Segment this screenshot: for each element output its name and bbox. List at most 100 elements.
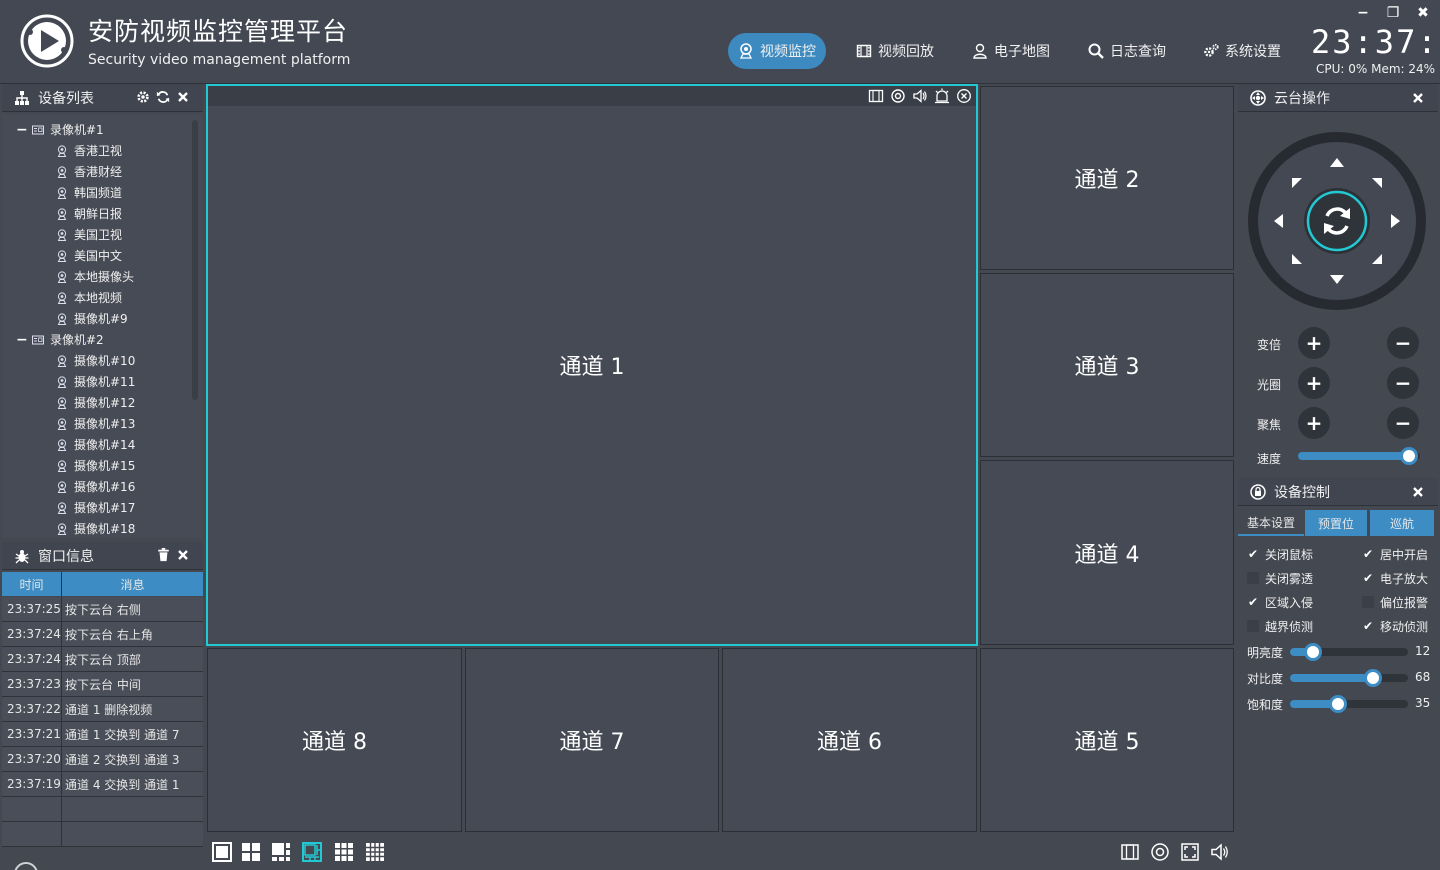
nav-video-monitor[interactable]: 视频监控: [728, 33, 826, 69]
video-channel-8[interactable]: 通道 8: [207, 648, 462, 832]
tree-camera-node[interactable]: 摄像机#16: [56, 476, 135, 497]
close-button[interactable]: ✖: [1414, 5, 1432, 21]
check-icon[interactable]: ✔: [1247, 547, 1259, 561]
log-row[interactable]: 23:37:24 按下云台 顶部: [2, 647, 203, 672]
tree-camera-node[interactable]: 摄像机#14: [56, 434, 135, 455]
close-channel-icon[interactable]: [956, 88, 972, 104]
tree-camera-node[interactable]: 香港财经: [56, 161, 122, 182]
tree-camera-node[interactable]: 朝鲜日报: [56, 203, 122, 224]
tree-camera-node[interactable]: 摄像机#9: [56, 308, 128, 329]
snapshot-icon[interactable]: [890, 88, 906, 104]
log-row[interactable]: 23:37:22 通道 1 删除视频: [2, 697, 203, 722]
video-channel-1[interactable]: 通道 1: [206, 84, 978, 646]
ptz-direction-pad[interactable]: [1246, 130, 1428, 312]
video-channel-4[interactable]: 通道 4: [980, 460, 1234, 645]
settings-icon[interactable]: [136, 90, 150, 104]
mute-all-icon[interactable]: [1210, 842, 1230, 862]
check-icon[interactable]: ✔: [1247, 595, 1259, 609]
tree-camera-node[interactable]: 摄像机#10: [56, 350, 135, 371]
minimize-button[interactable]: −: [1354, 5, 1372, 21]
tree-camera-node[interactable]: 摄像机#17: [56, 497, 135, 518]
checkbox-option[interactable]: ✔ 关闭鼠标: [1247, 546, 1313, 562]
log-row[interactable]: 23:37:25 按下云台 右侧: [2, 597, 203, 622]
iris-open-button[interactable]: +: [1298, 367, 1330, 399]
close-icon[interactable]: [1412, 486, 1424, 498]
image-adjust-slider[interactable]: [1290, 643, 1408, 661]
tab-cruise[interactable]: 巡航: [1370, 510, 1434, 536]
unchecked-box[interactable]: [1247, 572, 1259, 584]
layout-4-icon[interactable]: [241, 842, 261, 862]
check-icon[interactable]: ✔: [1362, 619, 1374, 633]
checkbox-option[interactable]: ✔ 区域入侵: [1247, 594, 1313, 610]
video-channel-2[interactable]: 通道 2: [980, 86, 1234, 270]
focus-far-button[interactable]: −: [1387, 407, 1419, 439]
iris-close-button[interactable]: −: [1387, 367, 1419, 399]
restore-button[interactable]: ❐: [1384, 5, 1402, 21]
log-row[interactable]: 23:37:21 通道 1 交换到 通道 7: [2, 722, 203, 747]
video-channel-3[interactable]: 通道 3: [980, 273, 1234, 457]
tree-camera-node[interactable]: 摄像机#18: [56, 518, 135, 538]
image-adjust-slider[interactable]: [1290, 669, 1408, 687]
slider-knob[interactable]: [1364, 669, 1382, 687]
tree-camera-node[interactable]: 韩国频道: [56, 182, 122, 203]
log-row[interactable]: [2, 797, 203, 822]
snapshot-all-icon[interactable]: [1150, 842, 1170, 862]
tree-recorder-node[interactable]: − 录像机#1: [16, 119, 104, 140]
unchecked-box[interactable]: [1247, 620, 1259, 632]
slider-knob[interactable]: [1304, 643, 1322, 661]
close-icon[interactable]: [177, 549, 189, 561]
tree-camera-node[interactable]: 香港卫视: [56, 140, 122, 161]
tab-presets[interactable]: 预置位: [1305, 510, 1367, 536]
video-channel-7[interactable]: 通道 7: [465, 648, 719, 832]
nav-video-playback[interactable]: 视频回放: [846, 33, 944, 69]
checkbox-option[interactable]: 关闭雾透: [1247, 570, 1313, 586]
zoom-out-button[interactable]: −: [1387, 327, 1419, 359]
close-icon[interactable]: [177, 91, 189, 103]
collapse-icon[interactable]: −: [16, 122, 28, 138]
layout-8-icon[interactable]: [302, 842, 322, 862]
trash-icon[interactable]: [157, 548, 170, 562]
image-adjust-slider[interactable]: [1290, 695, 1408, 713]
slider-knob[interactable]: [1400, 447, 1418, 465]
tree-scrollbar[interactable]: [192, 120, 198, 400]
log-row[interactable]: 23:37:20 通道 2 交换到 通道 3: [2, 747, 203, 772]
tree-camera-node[interactable]: 摄像机#13: [56, 413, 135, 434]
checkbox-option[interactable]: 偏位报警: [1362, 594, 1428, 610]
alarm-icon[interactable]: [934, 88, 950, 104]
volume-icon[interactable]: [912, 88, 928, 104]
tab-basic-settings[interactable]: 基本设置: [1238, 510, 1304, 536]
log-row[interactable]: 23:37:24 按下云台 右上角: [2, 622, 203, 647]
collapse-icon[interactable]: −: [16, 332, 28, 348]
layout-9-icon[interactable]: [334, 842, 354, 862]
log-row[interactable]: 23:37:23 按下云台 中间: [2, 672, 203, 697]
record-all-icon[interactable]: [1120, 842, 1140, 862]
checkbox-option[interactable]: ✔ 居中开启: [1362, 546, 1428, 562]
zoom-in-button[interactable]: +: [1298, 327, 1330, 359]
tree-camera-node[interactable]: 本地视频: [56, 287, 122, 308]
video-channel-5[interactable]: 通道 5: [980, 648, 1234, 832]
layout-1-icon[interactable]: [212, 842, 232, 862]
record-film-icon[interactable]: [868, 88, 884, 104]
checkbox-option[interactable]: 越界侦测: [1247, 618, 1313, 634]
tree-camera-node[interactable]: 美国中文: [56, 245, 122, 266]
checkbox-option[interactable]: ✔ 电子放大: [1362, 570, 1428, 586]
nav-e-map[interactable]: 电子地图: [962, 33, 1060, 69]
check-icon[interactable]: ✔: [1362, 571, 1374, 585]
slider-knob[interactable]: [1329, 695, 1347, 713]
check-icon[interactable]: ✔: [1362, 547, 1374, 561]
fullscreen-icon[interactable]: [1180, 842, 1200, 862]
close-icon[interactable]: [1412, 92, 1424, 104]
layout-16-icon[interactable]: [365, 842, 385, 862]
log-row[interactable]: [2, 822, 203, 847]
speed-slider[interactable]: [1298, 447, 1420, 465]
tree-camera-node[interactable]: 本地摄像头: [56, 266, 134, 287]
unchecked-box[interactable]: [1362, 596, 1374, 608]
video-channel-6[interactable]: 通道 6: [722, 648, 977, 832]
tree-camera-node[interactable]: 摄像机#15: [56, 455, 135, 476]
tree-camera-node[interactable]: 美国卫视: [56, 224, 122, 245]
layout-6-icon[interactable]: [271, 842, 291, 862]
tree-camera-node[interactable]: 摄像机#12: [56, 392, 135, 413]
refresh-icon[interactable]: [156, 90, 170, 104]
device-tree[interactable]: − 录像机#1 香港卫视 香港财经 韩国频道 朝鲜日报 美国卫视 美国中文 本地摄像头 本地视频摄…: [2, 114, 202, 538]
nav-system-settings[interactable]: 系统设置: [1193, 33, 1291, 69]
